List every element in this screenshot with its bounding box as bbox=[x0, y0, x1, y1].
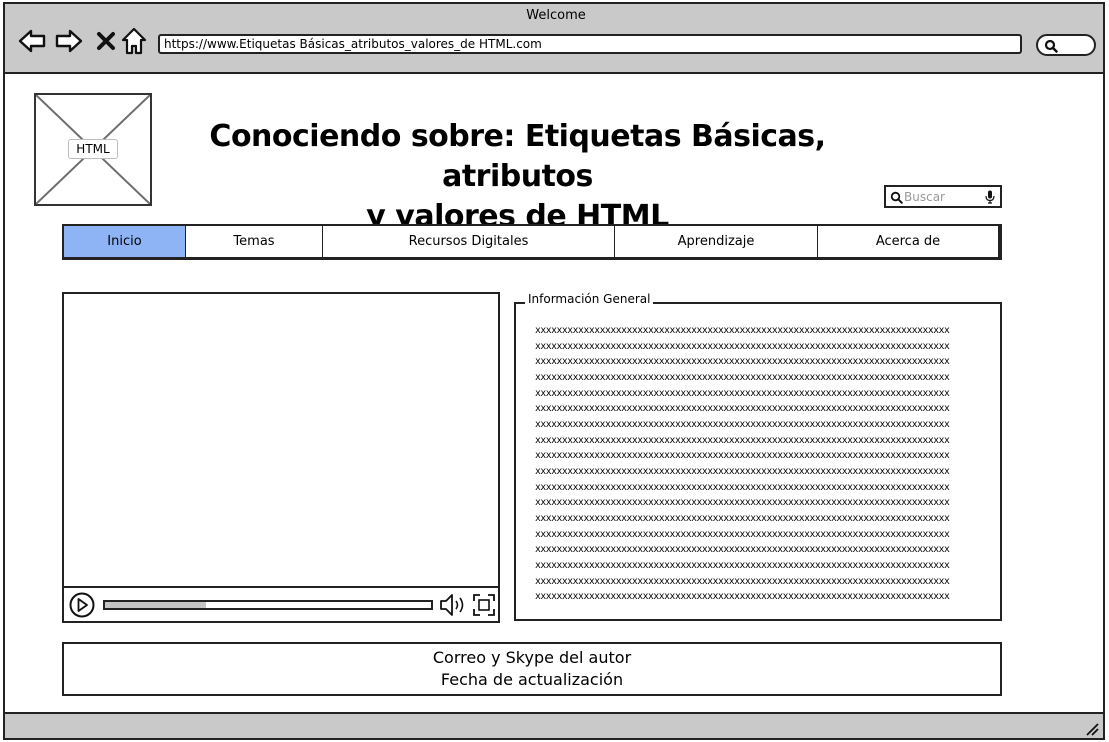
resize-grip-icon[interactable] bbox=[1083, 720, 1099, 736]
video-progress-fill bbox=[105, 602, 207, 608]
video-progress-bar[interactable] bbox=[103, 600, 433, 610]
play-icon[interactable] bbox=[68, 592, 96, 618]
video-controls bbox=[64, 586, 498, 621]
close-x-icon[interactable] bbox=[91, 26, 121, 56]
page-title-line-1: Conociendo sobre: Etiquetas Básicas, atr… bbox=[209, 119, 826, 194]
tab-inicio[interactable]: Inicio bbox=[64, 226, 186, 257]
search-icon bbox=[890, 191, 903, 204]
address-bar[interactable]: https://www.Etiquetas Básicas_atributos_… bbox=[158, 34, 1022, 54]
microphone-icon[interactable] bbox=[985, 190, 995, 204]
site-search[interactable] bbox=[884, 185, 1002, 208]
search-input[interactable] bbox=[904, 188, 982, 205]
page-footer: Correo y Skype del autor Fecha de actual… bbox=[62, 642, 1002, 696]
tab-acerca-de[interactable]: Acerca de bbox=[818, 226, 998, 257]
forward-arrow-icon[interactable] bbox=[54, 26, 84, 56]
window-title: Welcome bbox=[526, 8, 586, 23]
info-general-legend: Información General bbox=[525, 292, 654, 307]
tab-temas[interactable]: Temas bbox=[186, 226, 323, 257]
tab-recursos-digitales[interactable]: Recursos Digitales bbox=[323, 226, 615, 257]
search-icon bbox=[1044, 39, 1058, 53]
volume-icon[interactable] bbox=[439, 593, 467, 617]
browser-status-bar bbox=[3, 712, 1105, 740]
back-arrow-icon[interactable] bbox=[17, 26, 47, 56]
browser-search-field[interactable] bbox=[1036, 34, 1096, 56]
footer-author-contact: Correo y Skype del autor bbox=[432, 648, 632, 667]
main-navigation: Inicio Temas Recursos Digitales Aprendiz… bbox=[62, 224, 1002, 260]
browser-toolbar: Welcome https://www.Etiquetas Básicas_at… bbox=[3, 2, 1105, 74]
logo-label: HTML bbox=[68, 139, 118, 159]
page-title: Conociendo sobre: Etiquetas Básicas, atr… bbox=[150, 117, 885, 237]
fullscreen-icon[interactable] bbox=[472, 593, 496, 617]
tab-aprendizaje[interactable]: Aprendizaje bbox=[615, 226, 818, 257]
video-player[interactable] bbox=[62, 292, 500, 623]
home-icon[interactable] bbox=[119, 26, 149, 56]
info-general-panel: xxxxxxxxxxxxxxxxxxxxxxxxxxxxxxxxxxxxxxxx… bbox=[514, 302, 1002, 621]
footer-update-date: Fecha de actualización bbox=[440, 670, 624, 689]
info-general-text: xxxxxxxxxxxxxxxxxxxxxxxxxxxxxxxxxxxxxxxx… bbox=[535, 325, 950, 603]
